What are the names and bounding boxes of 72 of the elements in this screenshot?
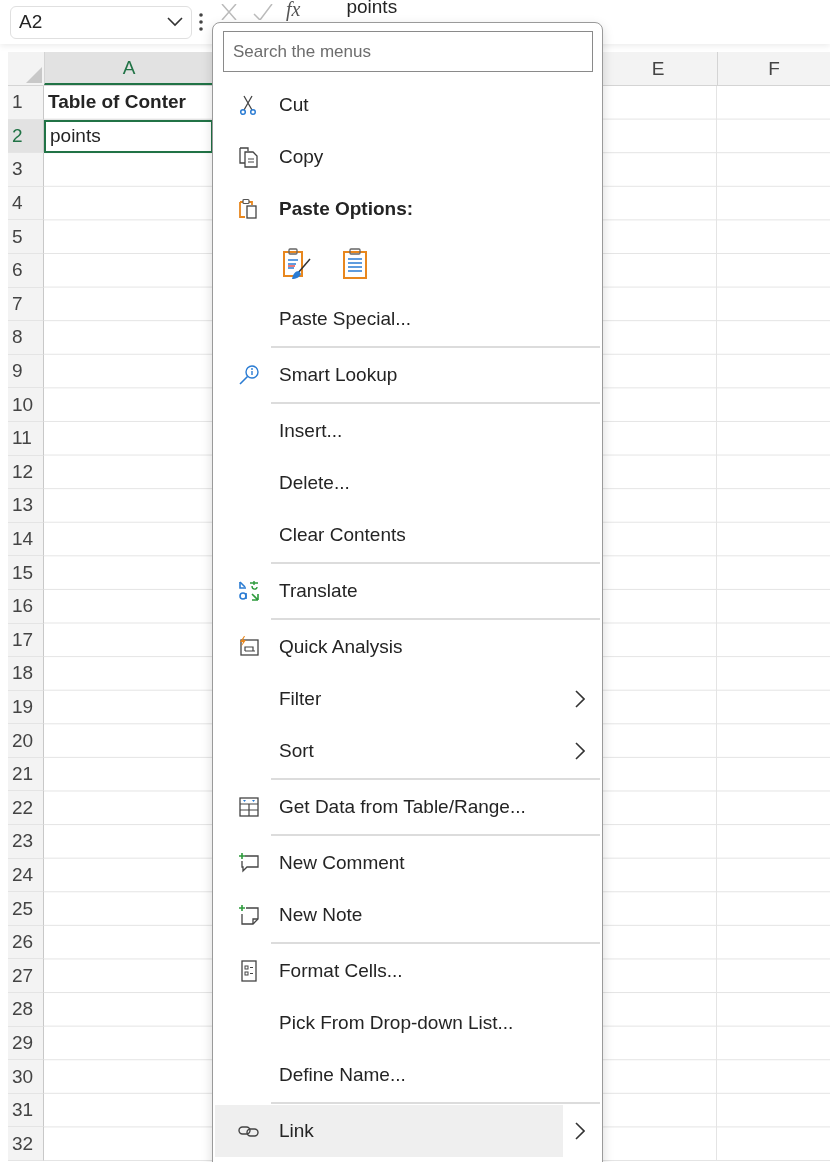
menu-item[interactable]: Paste Special... <box>215 293 563 345</box>
chevron-down-icon <box>167 17 183 27</box>
menu-item[interactable]: Smart Lookup <box>215 349 563 401</box>
row-header[interactable]: 29 <box>8 1026 44 1061</box>
translate-icon <box>237 579 261 603</box>
row-header[interactable]: 9 <box>8 354 44 389</box>
row-header[interactable]: 7 <box>8 287 44 322</box>
cancel-icon[interactable] <box>218 4 240 20</box>
note-add-icon <box>237 903 261 927</box>
row-header[interactable]: 17 <box>8 623 44 658</box>
row-header[interactable]: 16 <box>8 589 44 624</box>
row-header[interactable]: 21 <box>8 757 44 792</box>
menu-item[interactable]: Copy <box>215 131 563 183</box>
insert-function-button[interactable]: fx <box>286 0 301 21</box>
menu-item[interactable]: Cut <box>215 79 563 131</box>
row-header[interactable]: 32 <box>8 1127 44 1161</box>
more-options-icon[interactable] <box>198 12 204 32</box>
menu-item[interactable]: Define Name... <box>215 1049 563 1101</box>
search-info-icon <box>237 363 261 387</box>
row-header[interactable]: 4 <box>8 186 44 221</box>
row-header[interactable]: 2 <box>8 119 44 154</box>
row-header[interactable]: 31 <box>8 1093 44 1128</box>
row-header[interactable]: 26 <box>8 925 44 960</box>
row-header[interactable]: 8 <box>8 321 44 355</box>
row-header[interactable]: 23 <box>8 825 44 859</box>
table-icon <box>237 795 261 819</box>
comment-add-icon <box>237 851 261 875</box>
row-header[interactable]: 10 <box>8 388 44 422</box>
row-header[interactable]: 3 <box>8 153 44 187</box>
section-heading: Paste Options: <box>279 198 414 220</box>
row-header[interactable]: 14 <box>8 522 44 557</box>
row-header[interactable]: 25 <box>8 892 44 926</box>
row-header[interactable]: 13 <box>8 489 44 523</box>
formula-bar-value[interactable]: points <box>346 0 398 18</box>
table-cell: points <box>44 119 213 154</box>
row-header[interactable]: 11 <box>8 421 44 456</box>
column-header[interactable]: A <box>44 52 213 85</box>
menu-item[interactable]: Insert... <box>215 405 563 457</box>
menu-item[interactable]: Link <box>215 1105 563 1157</box>
row-header[interactable]: 1 <box>8 86 44 120</box>
chevron-right-icon <box>575 1122 585 1140</box>
menu-item[interactable]: Delete... <box>215 457 563 509</box>
name-box[interactable]: A2 <box>10 5 192 39</box>
row-header[interactable]: 18 <box>8 657 44 691</box>
menu-item[interactable]: New Comment <box>215 837 563 889</box>
menu-item[interactable]: Filter <box>215 673 563 725</box>
row-header[interactable]: 12 <box>8 455 44 490</box>
row-header[interactable]: 19 <box>8 690 44 725</box>
menu-item[interactable]: Translate <box>215 565 563 617</box>
checkmark-icon[interactable] <box>252 4 274 20</box>
row-header[interactable]: 5 <box>8 220 44 254</box>
chevron-right-icon <box>575 742 585 760</box>
lightning-chart-icon <box>237 635 261 659</box>
row-header[interactable]: 20 <box>8 724 44 758</box>
search-field[interactable]: Search the menus <box>223 31 593 72</box>
column-header[interactable]: F <box>717 52 830 85</box>
row-header[interactable]: 22 <box>8 791 44 826</box>
menu-item[interactable]: Clear Contents <box>215 509 563 561</box>
copy-icon <box>237 145 261 169</box>
menu-item[interactable]: Sort <box>215 725 563 777</box>
row-header[interactable]: 27 <box>8 959 44 994</box>
chevron-right-icon <box>575 690 585 708</box>
row-header[interactable]: 24 <box>8 858 44 893</box>
row-header[interactable]: 28 <box>8 993 44 1027</box>
menu-item[interactable]: Format Cells... <box>215 945 563 997</box>
row-header[interactable]: 15 <box>8 556 44 590</box>
menu-item[interactable]: Quick Analysis <box>215 621 563 673</box>
menu-item[interactable]: Get Data from Table/Range... <box>215 781 563 833</box>
row-header[interactable]: 30 <box>8 1060 44 1094</box>
row-header[interactable]: 6 <box>8 253 44 288</box>
menu-item[interactable]: Pick From Drop-down List... <box>215 997 563 1049</box>
menu-item[interactable]: New Note <box>215 889 563 941</box>
